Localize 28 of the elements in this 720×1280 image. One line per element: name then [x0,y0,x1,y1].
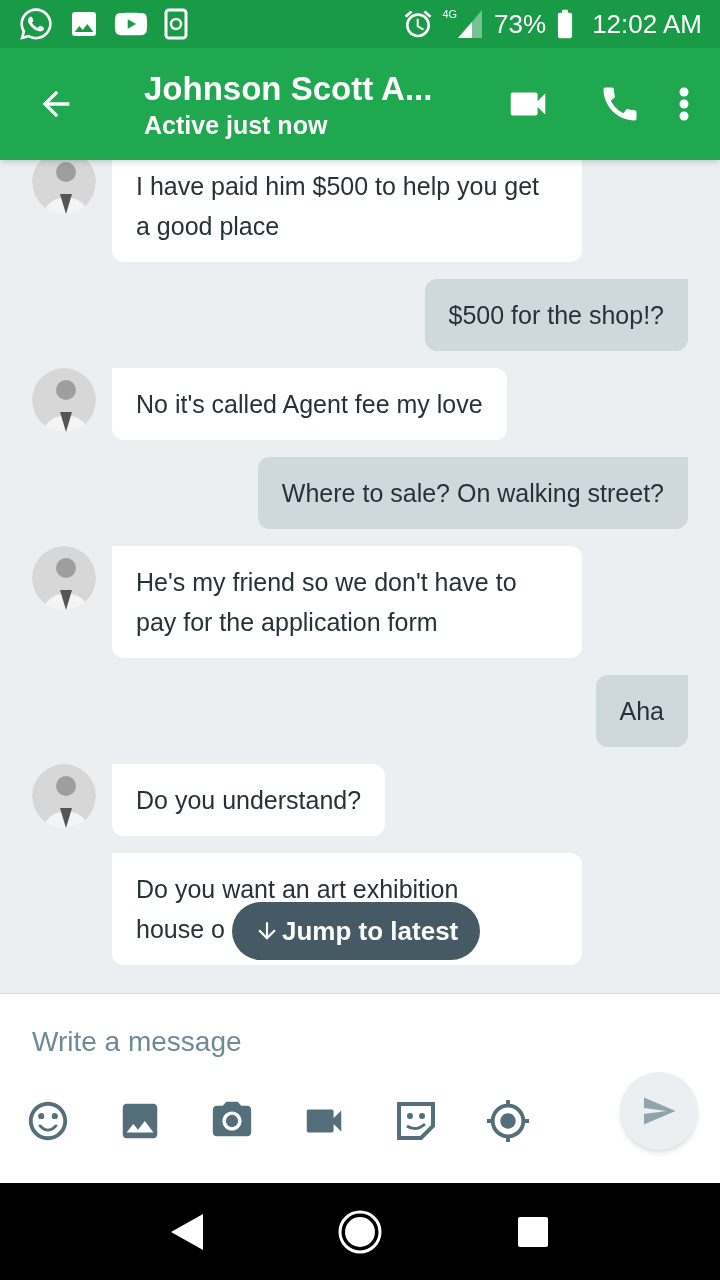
sticker-icon [395,1100,437,1142]
sent-message: $500 for the shop!? [424,279,688,351]
home-circle-icon [337,1208,383,1255]
sent-message: Where to sale? On walking street? [257,457,688,529]
app-icon [164,8,188,40]
send-button[interactable] [620,1072,698,1150]
sent-message: Aha [595,675,688,747]
received-message: No it's called Agent fee my love [112,368,507,440]
avatar [32,368,96,432]
jump-to-latest-button[interactable]: Jump to latest [232,902,481,960]
avatar [32,160,96,214]
recents-square-icon [517,1215,550,1248]
received-message: He's my friend so we don't have to pay for the application form [112,546,582,658]
battery-percent: 73% [494,7,547,41]
clock: 12:02 AM [592,7,702,41]
whatsapp-icon [18,6,54,42]
avatar [32,546,96,610]
network-type: 4G [442,7,458,22]
more-options-icon [679,87,689,121]
signal-icon [458,10,483,38]
contact-name: Johnson Scott A... [144,69,434,109]
received-message: Do you understand? [112,764,386,836]
message-field[interactable]: Write a message [32,1022,688,1062]
presence-status: Active just now [144,110,329,140]
location-icon [485,1098,531,1144]
avatar [32,764,96,828]
location-button[interactable] [484,1097,532,1145]
received-message: I have paid him $500 to help you get a good place [112,160,582,262]
